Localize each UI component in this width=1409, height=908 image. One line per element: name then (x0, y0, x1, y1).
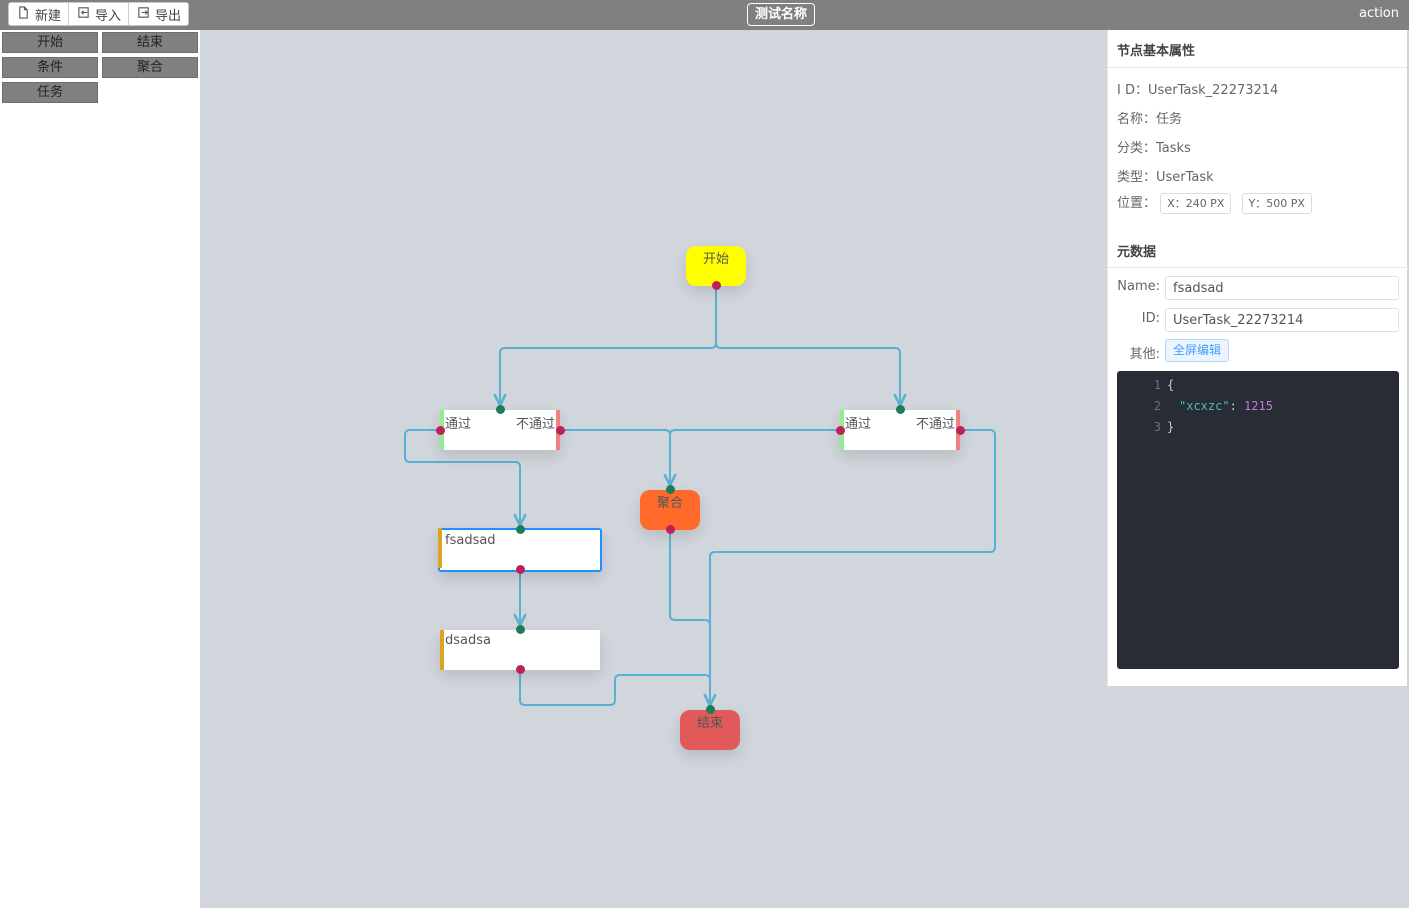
prop-name: 名称：任务 (1117, 112, 1183, 127)
node-start[interactable]: 开始 (686, 246, 746, 286)
edge-cond-right-pass-to-merge (669, 429, 840, 484)
line-number: 2 (1153, 399, 1161, 413)
cond-left-in-port[interactable] (496, 405, 505, 414)
line-number: 3 (1153, 420, 1161, 434)
name-field[interactable] (1165, 276, 1399, 300)
edge-cond-right-fail-to-end (710, 429, 996, 704)
node-condition-right[interactable]: 通过 不通过 (840, 410, 960, 450)
code-line-3: } (1167, 420, 1175, 434)
position-label: 位置： (1117, 196, 1157, 211)
node-condition-left[interactable]: 通过 不通过 (440, 410, 560, 450)
node-start-out-port[interactable] (712, 281, 721, 290)
json-value: 1215 (1244, 399, 1273, 413)
task1-out-port[interactable] (516, 565, 525, 574)
edge-task2-to-end (519, 670, 711, 706)
name-field-label: Name: (1117, 279, 1160, 294)
condition-pass-label: 通过 (845, 417, 872, 432)
task2-in-port[interactable] (516, 625, 525, 634)
other-field-label: 其他: (1129, 347, 1160, 362)
prop-category: 分类：Tasks (1117, 141, 1191, 156)
task1-in-port[interactable] (516, 525, 525, 534)
id-field[interactable] (1165, 308, 1399, 332)
condition-pass-label: 通过 (445, 417, 472, 432)
code-line-1: { (1167, 378, 1175, 392)
condition-fail-label: 不通过 (915, 417, 955, 432)
node-merge[interactable]: 聚合 (640, 490, 700, 530)
cond-left-pass-port[interactable] (436, 426, 445, 435)
metadata-title: 元数据 (1117, 245, 1157, 260)
edge-start-to-cond-left (500, 289, 717, 404)
cond-right-fail-port[interactable] (956, 426, 965, 435)
prop-type: 类型：UserTask (1117, 170, 1214, 185)
position-x-chip: X：240 PX (1160, 193, 1232, 214)
node-end-label: 结束 (696, 716, 723, 731)
line-number: 1 (1153, 378, 1161, 392)
node-end[interactable]: 结束 (680, 710, 740, 750)
node-task-dsadsa[interactable]: dsadsa (440, 630, 600, 670)
task2-out-port[interactable] (516, 665, 525, 674)
task-label: fsadsad (445, 533, 496, 548)
edge-cond-left-fail-to-merge (560, 429, 670, 484)
merge-in-port[interactable] (666, 485, 675, 494)
id-field-label: ID: (1141, 311, 1160, 326)
json-key: "xcxzc" (1179, 399, 1230, 413)
metadata-header: 元数据 (1108, 230, 1408, 268)
prop-id: I D：UserTask_22273214 (1117, 83, 1279, 98)
properties-panel: 节点基本属性 I D：UserTask_22273214 名称：任务 分类：Ta… (1107, 30, 1408, 686)
end-in-port[interactable] (706, 705, 715, 714)
edge-start-to-cond-right (715, 289, 900, 404)
task-bar (438, 528, 442, 568)
task-label: dsadsa (445, 633, 491, 648)
cond-right-in-port[interactable] (896, 405, 905, 414)
prop-position: 位置： X：240 PX Y：500 PX (1117, 192, 1318, 214)
json-editor[interactable]: 1 { 2 "xcxzc": 1215 3 } (1117, 371, 1399, 669)
merge-out-port[interactable] (666, 525, 675, 534)
node-merge-label: 聚合 (656, 496, 683, 511)
position-y-chip: Y：500 PX (1241, 193, 1312, 214)
fullscreen-edit-button[interactable]: 全屏编辑 (1165, 339, 1230, 362)
edge-merge-to-end (669, 530, 711, 704)
node-start-label: 开始 (702, 252, 729, 267)
code-line-2: "xcxzc": 1215 (1179, 399, 1273, 413)
cond-right-pass-port[interactable] (836, 426, 845, 435)
condition-fail-label: 不通过 (515, 417, 555, 432)
basic-properties-title: 节点基本属性 (1108, 30, 1407, 68)
cond-left-fail-port[interactable] (556, 426, 565, 435)
task-bar (440, 630, 444, 670)
json-colon: : (1229, 399, 1245, 413)
